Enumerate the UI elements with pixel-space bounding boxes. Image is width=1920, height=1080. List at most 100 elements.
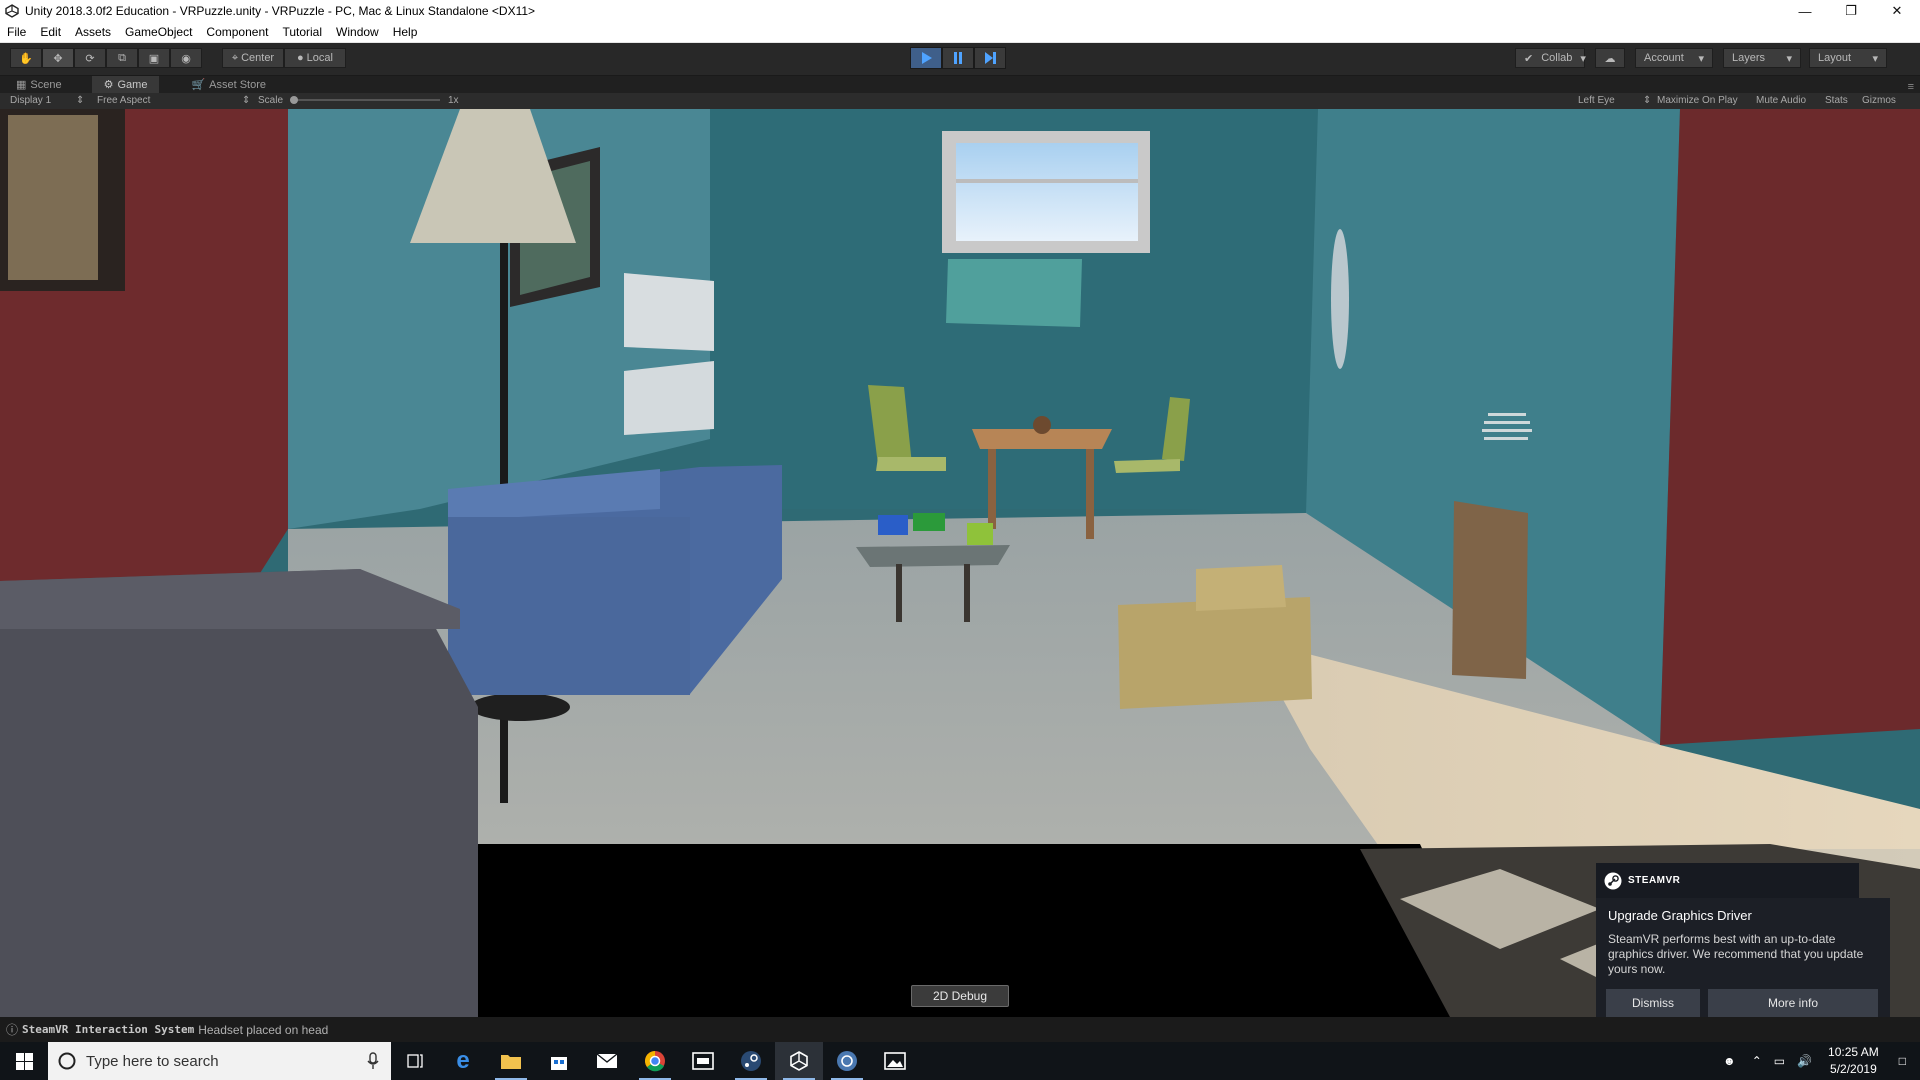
collab-dropdown[interactable]: ✔ Collab ▾: [1515, 48, 1586, 68]
menu-bar: File Edit Assets GameObject Component Tu…: [0, 22, 1920, 43]
display-dropdown[interactable]: Display 1: [10, 95, 51, 106]
people-icon[interactable]: ☻: [1713, 1054, 1746, 1068]
move-icon: ✥: [53, 52, 63, 65]
edge-button[interactable]: e: [439, 1042, 487, 1080]
steamvr-button[interactable]: [823, 1042, 871, 1080]
menu-window[interactable]: Window: [329, 22, 386, 42]
rotate-icon: ⟳: [85, 52, 95, 65]
volume-icon[interactable]: 🔊: [1791, 1054, 1818, 1068]
menu-gameobject[interactable]: GameObject: [118, 22, 199, 42]
network-icon[interactable]: ▭: [1768, 1054, 1791, 1068]
mirror: [1331, 229, 1349, 369]
taskbar-search[interactable]: Type here to search: [48, 1042, 391, 1080]
transform-icon: ◉: [181, 52, 191, 65]
status-bar[interactable]: ⓘ SteamVR Interaction System Headset pla…: [0, 1017, 1920, 1042]
painting-left-art: [8, 115, 98, 280]
menu-assets[interactable]: Assets: [68, 22, 118, 42]
menu-edit[interactable]: Edit: [33, 22, 68, 42]
scale-slider-track[interactable]: [290, 99, 440, 101]
store-button[interactable]: [535, 1042, 583, 1080]
cloud-button[interactable]: ☁: [1595, 48, 1625, 68]
hand-tool-button[interactable]: ✋: [10, 48, 42, 68]
unity-logo-icon: [5, 4, 19, 18]
chair-right-seat: [1114, 459, 1180, 473]
right-tools: ✔ Collab ▾ ☁ Account ▾ Layers ▾ Layout ▾: [1515, 48, 1887, 68]
aspect-dropdown[interactable]: Free Aspect: [97, 95, 150, 106]
coffee-table-leg: [896, 564, 902, 622]
status-message: Headset placed on head: [198, 1022, 329, 1037]
minimize-button[interactable]: —: [1782, 0, 1828, 22]
local-icon: ●: [297, 52, 304, 64]
chair-left-seat: [876, 457, 946, 471]
store-icon: 🛒: [191, 79, 206, 91]
tab-game[interactable]: ⚙ Game: [91, 76, 160, 93]
media-button[interactable]: [679, 1042, 727, 1080]
step-button[interactable]: [974, 47, 1006, 69]
title-bar: Unity 2018.3.0f2 Education - VRPuzzle.un…: [0, 0, 1920, 22]
pivot-local-button[interactable]: ● Local: [284, 48, 346, 68]
menu-file[interactable]: File: [0, 22, 33, 42]
view-tabs: ▦ Scene ⚙ Game 🛒 Asset Store ≡: [0, 76, 1920, 93]
layout-label: Layout: [1818, 52, 1852, 64]
window-title: Unity 2018.3.0f2 Education - VRPuzzle.un…: [25, 4, 536, 18]
tab-asset-store[interactable]: 🛒 Asset Store: [179, 76, 278, 93]
restore-button[interactable]: ❐: [1828, 0, 1874, 22]
pause-icon: [954, 52, 962, 64]
account-label: Account: [1644, 52, 1684, 64]
layers-dropdown[interactable]: Layers ▾: [1723, 48, 1801, 68]
check-icon: ✔: [1524, 52, 1534, 65]
eye-dropdown[interactable]: Left Eye: [1578, 95, 1615, 106]
bookshelf: [1452, 501, 1528, 679]
scale-slider-handle[interactable]: [290, 96, 298, 104]
menu-help[interactable]: Help: [386, 22, 425, 42]
scale-value: 1x: [448, 95, 459, 106]
pause-button[interactable]: [942, 47, 974, 69]
chevron-up-icon[interactable]: ⌃: [1746, 1054, 1768, 1068]
transform-tool-button[interactable]: ◉: [170, 48, 202, 68]
sofa-front: [448, 517, 690, 695]
gizmos-dropdown[interactable]: Gizmos: [1862, 95, 1896, 106]
play-button[interactable]: [910, 47, 942, 69]
mute-audio-toggle[interactable]: Mute Audio: [1756, 95, 1806, 106]
steamvr-brand: STEAMVR: [1628, 875, 1681, 886]
close-button[interactable]: ✕: [1874, 0, 1920, 22]
tab-menu-button[interactable]: ≡: [1908, 81, 1920, 93]
steam-button[interactable]: [727, 1042, 775, 1080]
microphone-icon: [367, 1052, 379, 1069]
clock[interactable]: 10:25 AM 5/2/2019: [1818, 1044, 1889, 1078]
tab-scene[interactable]: ▦ Scene: [4, 76, 74, 93]
play-controls: [910, 47, 1006, 69]
restore-icon: ❐: [1845, 3, 1857, 18]
account-dropdown[interactable]: Account ▾: [1635, 48, 1713, 68]
layout-dropdown[interactable]: Layout ▾: [1809, 48, 1887, 68]
play-icon: [922, 52, 932, 64]
menu-component[interactable]: Component: [199, 22, 275, 42]
debug-2d-button[interactable]: 2D Debug: [911, 985, 1009, 1007]
action-center-icon[interactable]: □: [1889, 1054, 1920, 1068]
photos-button[interactable]: [871, 1042, 919, 1080]
rotate-tool-button[interactable]: ⟳: [74, 48, 106, 68]
mail-button[interactable]: [583, 1042, 631, 1080]
file-explorer-button[interactable]: [487, 1042, 535, 1080]
coffee-table: [856, 545, 1010, 567]
more-info-button[interactable]: More info: [1708, 989, 1878, 1017]
edge-icon: e: [456, 1047, 470, 1074]
stats-toggle[interactable]: Stats: [1825, 95, 1848, 106]
unity-button[interactable]: [775, 1042, 823, 1080]
task-view-button[interactable]: [391, 1042, 439, 1080]
shelf-upper: [624, 273, 714, 351]
pivot-center-button[interactable]: ⌖ Center: [222, 48, 284, 68]
scene-icon: ▦: [16, 79, 27, 91]
dismiss-button[interactable]: Dismiss: [1606, 989, 1700, 1017]
menu-tutorial[interactable]: Tutorial: [275, 22, 329, 42]
chrome-button[interactable]: [631, 1042, 679, 1080]
rect-tool-button[interactable]: ▣: [138, 48, 170, 68]
tab-asset-store-label: Asset Store: [209, 78, 267, 91]
start-button[interactable]: [0, 1042, 48, 1080]
taskbar: Type here to search e ☻ ⌃ ▭ 🔊 10:25 AM 5…: [0, 1042, 1920, 1080]
maximize-on-play-toggle[interactable]: Maximize On Play: [1657, 95, 1738, 106]
move-tool-button[interactable]: ✥: [42, 48, 74, 68]
puzzle-block-green: [913, 513, 945, 531]
right-curtain: [1660, 109, 1920, 745]
scale-tool-button[interactable]: ⧉: [106, 48, 138, 68]
